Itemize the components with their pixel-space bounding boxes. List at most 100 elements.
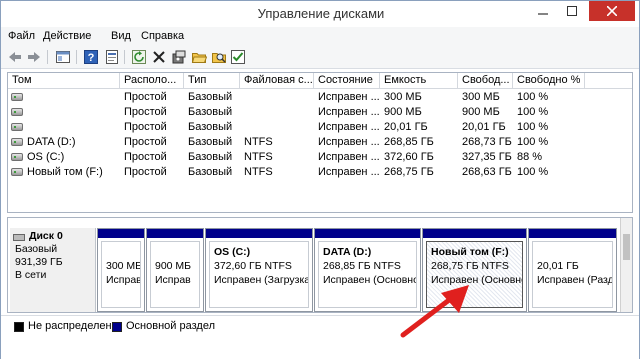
volume-icon (11, 153, 23, 161)
find-icon[interactable] (211, 49, 227, 65)
column-header-capacity[interactable]: Емкость (380, 73, 458, 89)
legend-label-primary: Основной раздел (126, 320, 215, 332)
partition-type-bar (529, 229, 616, 238)
table-cell: Простой (124, 136, 167, 148)
volume-list-header: Том Располо... Тип Файловая с... Состоян… (8, 73, 632, 89)
partition-status: Исправ (106, 274, 141, 286)
settings-icon[interactable] (171, 49, 187, 65)
open-folder-icon[interactable] (191, 49, 207, 65)
disk-icon (13, 234, 25, 241)
properties-icon[interactable] (104, 49, 120, 65)
minimize-icon (538, 13, 548, 15)
maximize-button[interactable] (558, 1, 586, 21)
table-cell: 20,01 ГБ (462, 121, 506, 133)
table-cell: Исправен ... (318, 121, 380, 133)
partition-info: 20,01 ГБ Исправен (Разде (532, 241, 613, 308)
help-icon[interactable]: ? (83, 49, 99, 65)
delete-icon[interactable] (151, 49, 167, 65)
table-cell: Простой (124, 91, 167, 103)
table-row[interactable]: Новый том (F:) Простой Базовый NTFS Исправен… (8, 165, 632, 180)
volume-icon (11, 93, 23, 101)
title-bar: Управление дисками (1, 1, 639, 27)
table-cell: Простой (124, 166, 167, 178)
toolbar: ? (1, 45, 639, 69)
table-cell: Базовый (188, 121, 233, 133)
menu-help[interactable]: Справка (141, 30, 184, 42)
table-cell: NTFS (244, 166, 273, 178)
partition-info: 300 МБ Исправ (101, 241, 141, 308)
table-cell: 900 МБ (462, 106, 500, 118)
table-cell: 100 % (517, 136, 549, 148)
table-cell (240, 90, 314, 105)
column-header-percent-free[interactable]: Свободно % (513, 73, 585, 89)
checklist-icon[interactable] (230, 49, 246, 65)
partition-block[interactable]: 20,01 ГБ Исправен (Разде (528, 228, 617, 312)
table-row[interactable]: DATA (D:) Простой Базовый NTFS Исправен ... 2… (8, 135, 632, 150)
partition-type-bar (206, 229, 312, 238)
table-cell: 100 % (517, 106, 549, 118)
table-cell: Простой (124, 106, 167, 118)
forward-icon[interactable] (26, 49, 42, 65)
close-icon (607, 6, 617, 16)
column-header-filesystem[interactable]: Файловая с... (240, 73, 314, 89)
legend-label-unallocated: Не распределена (28, 320, 118, 332)
table-row[interactable]: OS (C:) Простой Базовый NTFS Исправен ... 372… (8, 150, 632, 165)
table-cell: Базовый (188, 166, 233, 178)
table-row[interactable]: Простой Базовый Исправен ... 300 МБ 300 МБ 10… (8, 90, 632, 105)
column-header-layout[interactable]: Располо... (120, 73, 184, 89)
disk-management-window: Управление дисками Файл Действие Вид Спр… (0, 0, 640, 359)
legend: Не распределена Основной раздел (1, 315, 639, 359)
table-cell: 88 % (517, 151, 543, 163)
table-cell: Простой (124, 151, 167, 163)
menu-view[interactable]: Вид (111, 30, 131, 42)
column-header-free-space[interactable]: Свобод... (458, 73, 513, 89)
table-cell: NTFS (244, 136, 273, 148)
partition-size: 900 МБ (155, 260, 192, 272)
disk-graphical-view: Диск 0 Базовый 931,39 ГБ В сети 300 МБ Ис… (7, 217, 633, 313)
vertical-scrollbar[interactable] (620, 218, 632, 312)
table-cell: Новый том (F:) (27, 166, 103, 178)
partition-size: 300 МБ (106, 260, 141, 272)
column-header-volume[interactable]: Том (8, 73, 120, 89)
partition-size: 268,85 ГБ NTFS (323, 260, 401, 272)
partition-block[interactable]: 300 МБ Исправ (97, 228, 145, 312)
table-cell (23, 90, 120, 105)
menu-bar: Файл Действие Вид Справка (1, 27, 639, 45)
table-row[interactable]: Простой Базовый Исправен ... 20,01 ГБ 20,01 … (8, 120, 632, 135)
refresh-icon[interactable] (131, 49, 147, 65)
scrollbar-thumb[interactable] (623, 234, 630, 260)
menu-action[interactable]: Действие (43, 30, 91, 42)
table-cell: Базовый (188, 91, 233, 103)
partition-status: Исправ (155, 274, 191, 286)
table-row[interactable]: Простой Базовый Исправен ... 900 МБ 900 МБ 10… (8, 105, 632, 120)
menu-file[interactable]: Файл (8, 30, 35, 42)
svg-text:?: ? (88, 52, 95, 64)
legend-swatch-unallocated (14, 322, 24, 332)
partition-type-bar (98, 229, 144, 238)
maximize-icon (567, 6, 577, 16)
minimize-button[interactable] (529, 1, 557, 21)
back-icon[interactable] (7, 49, 23, 65)
partition-type-bar (315, 229, 420, 238)
partition-status: Исправен (Загрузка, (214, 274, 309, 286)
close-button[interactable] (589, 1, 635, 21)
column-header-status[interactable]: Состояние (314, 73, 380, 89)
disk-0-label[interactable]: Диск 0 Базовый 931,39 ГБ В сети (10, 228, 96, 312)
table-cell: 100 % (517, 166, 549, 178)
partition-info: 900 МБ Исправ (150, 241, 200, 308)
console-icon[interactable] (55, 49, 71, 65)
partition-block[interactable]: 900 МБ Исправ (146, 228, 204, 312)
table-cell: Исправен ... (318, 151, 380, 163)
column-header-type[interactable]: Тип (184, 73, 240, 89)
toolbar-separator (76, 50, 77, 64)
partition-status: Исправен (Разде (537, 274, 613, 286)
volume-icon (11, 168, 23, 176)
table-cell: 100 % (517, 91, 549, 103)
partition-block[interactable]: OS (C:) 372,60 ГБ NTFS Исправен (Загрузка, (205, 228, 313, 312)
table-cell: Исправен ... (318, 106, 380, 118)
table-cell: Исправен ... (318, 166, 380, 178)
partition-name: OS (C:) (214, 246, 251, 258)
table-cell: OS (C:) (27, 151, 65, 163)
disk-type: Базовый (15, 243, 58, 255)
legend-swatch-primary (112, 322, 122, 332)
